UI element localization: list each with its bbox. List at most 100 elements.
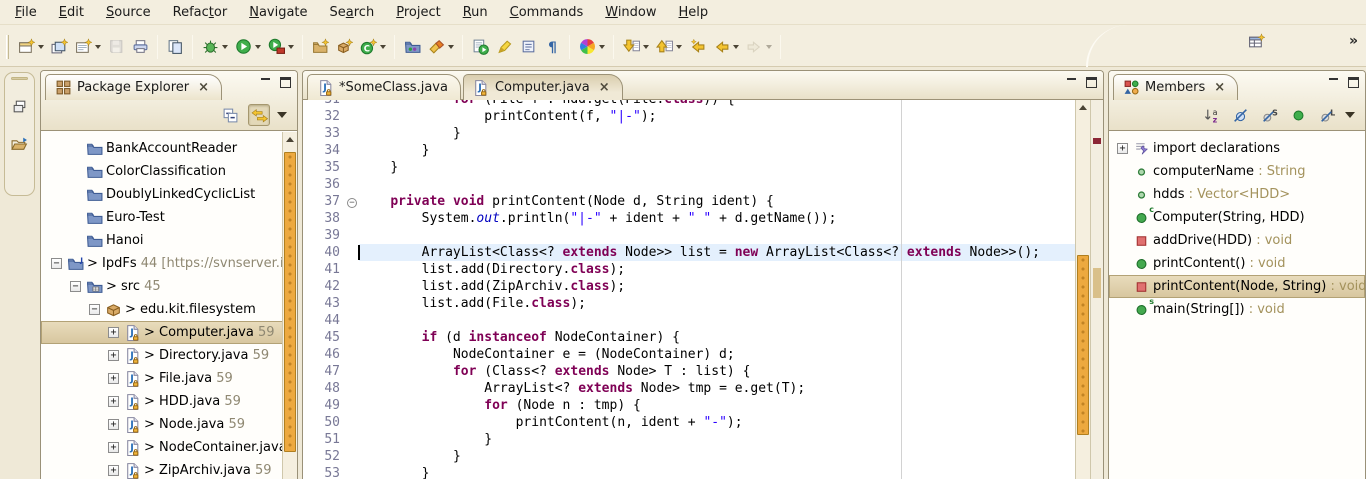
tab-members[interactable]: Members × xyxy=(1113,74,1238,100)
line-number[interactable]: 37 xyxy=(315,193,345,210)
view-menu-icon[interactable] xyxy=(1345,112,1355,118)
member-item[interactable]: computerName : String xyxy=(1109,160,1365,183)
open-resource-button[interactable] xyxy=(163,35,187,59)
menu-refactor[interactable]: Refactor xyxy=(162,3,239,22)
java-search-button[interactable] xyxy=(424,35,457,59)
tree-item[interactable]: +J> Computer.java 59 xyxy=(41,321,297,344)
tree-item[interactable]: Hanoi xyxy=(41,229,297,252)
dropdown-arrow-icon[interactable] xyxy=(599,45,605,49)
dropdown-arrow-icon[interactable] xyxy=(95,45,101,49)
menu-source[interactable]: Source xyxy=(95,3,162,22)
tree-item[interactable]: DoublyLinkedCyclicList xyxy=(41,183,297,206)
tree-item[interactable]: ColorClassification xyxy=(41,160,297,183)
menu-commands[interactable]: Commands xyxy=(499,3,595,22)
dropdown-arrow-icon[interactable] xyxy=(733,45,739,49)
tree-item[interactable]: Euro-Test xyxy=(41,206,297,229)
line-number[interactable]: 51 xyxy=(315,431,345,448)
member-item[interactable]: smain(String[]) : void xyxy=(1109,298,1365,321)
print-button[interactable] xyxy=(128,35,152,59)
menu-window[interactable]: Window xyxy=(594,3,667,22)
line-number[interactable]: 36 xyxy=(315,176,345,193)
tab-computer-java[interactable]: J Computer.java × xyxy=(463,74,623,100)
minimize-button[interactable] xyxy=(1065,77,1078,88)
package-explorer-scrollbar[interactable] xyxy=(282,132,297,479)
line-number[interactable]: 46 xyxy=(315,346,345,363)
last-edit-location-button[interactable] xyxy=(685,35,709,59)
line-number[interactable]: 40 xyxy=(315,244,345,261)
next-annotation-button[interactable] xyxy=(619,35,652,59)
line-number[interactable]: 50 xyxy=(315,414,345,431)
line-number[interactable]: 44 xyxy=(315,312,345,329)
open-new-view-button[interactable] xyxy=(1245,29,1269,53)
dropdown-arrow-icon[interactable] xyxy=(766,45,772,49)
tree-item[interactable]: −J> IpdFs 44 [https://svnserver.i xyxy=(41,252,297,275)
hide-static-members-button[interactable]: S xyxy=(1258,104,1280,126)
dropdown-arrow-icon[interactable] xyxy=(288,45,294,49)
new-class-button[interactable]: C xyxy=(356,35,389,59)
line-number[interactable]: 43 xyxy=(315,295,345,312)
tree-item[interactable]: −> edu.kit.filesystem xyxy=(41,298,297,321)
line-number[interactable]: 35 xyxy=(315,159,345,176)
member-item[interactable]: +import declarations xyxy=(1109,137,1365,160)
expander-toggle[interactable]: + xyxy=(108,373,119,384)
launch-java-application-button[interactable] xyxy=(468,35,492,59)
line-number[interactable]: 49 xyxy=(315,397,345,414)
expander-toggle[interactable]: + xyxy=(1117,143,1128,154)
back-button[interactable] xyxy=(709,35,742,59)
member-item[interactable]: printContent() : void xyxy=(1109,252,1365,275)
expander-toggle[interactable]: + xyxy=(108,465,119,476)
open-type-button[interactable] xyxy=(400,35,424,59)
view-menu-icon[interactable] xyxy=(277,112,287,118)
scrollbar-thumb[interactable] xyxy=(1077,255,1089,435)
overview-annotation-mark[interactable] xyxy=(1093,138,1101,144)
folding-column[interactable]: − xyxy=(345,193,359,210)
line-number[interactable]: 52 xyxy=(315,448,345,465)
minimize-button[interactable] xyxy=(259,77,272,88)
close-icon[interactable]: × xyxy=(198,80,209,95)
java-fast-view-button[interactable] xyxy=(8,132,32,156)
fast-view-handle[interactable] xyxy=(11,77,28,80)
menu-edit[interactable]: Edit xyxy=(48,3,95,22)
tree-item[interactable]: +J> Directory.java 59 xyxy=(41,344,297,367)
external-tools-button[interactable] xyxy=(264,35,297,59)
collapse-marker-icon[interactable]: − xyxy=(347,198,357,208)
close-icon[interactable]: × xyxy=(599,80,610,95)
show-whitespace-button[interactable]: ¶ xyxy=(540,35,564,59)
toggle-mark-occurrences-button[interactable] xyxy=(492,35,516,59)
new-wizard-button[interactable] xyxy=(14,35,47,59)
restore-view-button[interactable] xyxy=(8,94,32,118)
line-number[interactable]: 38 xyxy=(315,210,345,227)
tree-item[interactable]: +J> HDD.java 59 xyxy=(41,390,297,413)
expander-toggle[interactable]: + xyxy=(108,396,119,407)
dropdown-arrow-icon[interactable] xyxy=(222,45,228,49)
hide-local-types-button[interactable]: L xyxy=(1316,104,1338,126)
line-number[interactable]: 39 xyxy=(315,227,345,244)
scrollbar-thumb[interactable] xyxy=(284,152,296,452)
scroll-up-icon[interactable] xyxy=(283,132,297,146)
show-public-members-button[interactable] xyxy=(1287,104,1309,126)
line-number[interactable]: 41 xyxy=(315,261,345,278)
package-explorer-tree[interactable]: BankAccountReaderColorClassificationDoub… xyxy=(41,131,297,479)
maximize-button[interactable] xyxy=(1347,77,1360,88)
dropdown-arrow-icon[interactable] xyxy=(448,45,454,49)
member-item[interactable]: cComputer(String, HDD) xyxy=(1109,206,1365,229)
collapse-all-button[interactable] xyxy=(219,104,241,126)
member-item[interactable]: addDrive(HDD) : void xyxy=(1109,229,1365,252)
dropdown-arrow-icon[interactable] xyxy=(676,45,682,49)
member-item[interactable]: hdds : Vector<HDD> xyxy=(1109,183,1365,206)
line-number[interactable]: 45 xyxy=(315,329,345,346)
line-number[interactable]: 53 xyxy=(315,465,345,479)
menu-file[interactable]: File xyxy=(4,3,48,22)
line-number[interactable]: 32 xyxy=(315,108,345,125)
editor-scrollbar[interactable] xyxy=(1075,100,1090,479)
menu-run[interactable]: Run xyxy=(452,3,499,22)
dropdown-arrow-icon[interactable] xyxy=(255,45,261,49)
previous-annotation-button[interactable] xyxy=(652,35,685,59)
expander-toggle[interactable]: + xyxy=(108,419,119,430)
color-palette-button[interactable] xyxy=(575,35,608,59)
members-list[interactable]: +import declarationscomputerName : Strin… xyxy=(1109,131,1365,479)
tree-item[interactable]: BankAccountReader xyxy=(41,137,297,160)
close-icon[interactable]: × xyxy=(1214,80,1225,95)
toolbar-overflow-chevron-icon[interactable]: » xyxy=(1349,33,1358,49)
overview-ruler[interactable] xyxy=(1090,100,1103,479)
